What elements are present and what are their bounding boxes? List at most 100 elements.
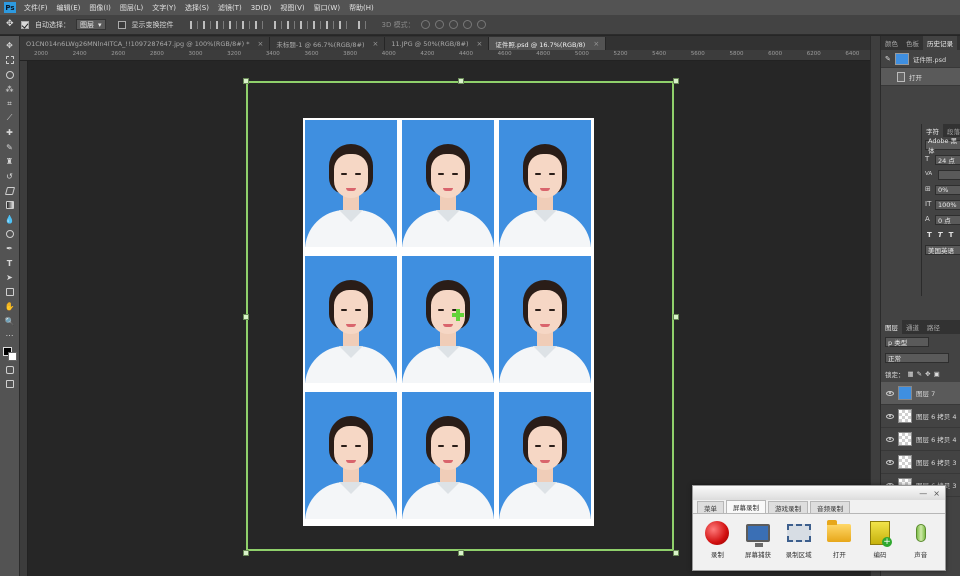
vertical-ruler[interactable]: [20, 61, 28, 576]
transform-handle[interactable]: [458, 550, 464, 556]
menu-layer[interactable]: 图层(L): [120, 3, 143, 13]
pen-tool-icon[interactable]: ✒: [4, 243, 15, 254]
lasso-tool-icon[interactable]: [4, 69, 15, 80]
transform-handle[interactable]: [243, 78, 249, 84]
lock-position-icon[interactable]: ✥: [925, 370, 930, 378]
history-step-open[interactable]: 打开: [881, 68, 960, 86]
screen-capture-button[interactable]: 屏幕捕获: [738, 520, 779, 559]
align-left-icon[interactable]: [228, 20, 237, 29]
open-button[interactable]: 打开: [819, 520, 860, 559]
tab-layers[interactable]: 图层: [881, 320, 902, 334]
eyedropper-tool-icon[interactable]: ⟋: [4, 113, 15, 124]
tab-menu[interactable]: 菜单: [697, 501, 724, 513]
quick-mask-icon[interactable]: [4, 364, 15, 375]
layer-row[interactable]: 图层 6 拷贝 4: [881, 428, 960, 451]
path-selection-tool-icon[interactable]: ➤: [4, 272, 15, 283]
tab-screen-record[interactable]: 屏幕录制: [726, 500, 766, 513]
3d-rotate-icon[interactable]: [420, 20, 430, 29]
gradient-tool-icon[interactable]: [4, 200, 15, 211]
tab-document-active[interactable]: 证件照.psd @ 16.7%(RGB/8) ×: [489, 37, 607, 50]
transform-handle[interactable]: [673, 78, 679, 84]
font-family-field[interactable]: Adobe 黑体: [925, 137, 960, 155]
tab-document-3[interactable]: 11.JPG @ 50%(RGB/8#) ×: [385, 37, 490, 50]
visibility-eye-icon[interactable]: [886, 390, 894, 396]
menu-select[interactable]: 选择(S): [185, 3, 209, 13]
eraser-tool-icon[interactable]: [4, 185, 15, 196]
kerning-field[interactable]: [938, 169, 960, 180]
baseline-field[interactable]: 0 点: [935, 214, 960, 225]
tab-swatches[interactable]: 色板: [902, 36, 923, 50]
menu-file[interactable]: 文件(F): [24, 3, 48, 13]
clone-stamp-tool-icon[interactable]: ♜: [4, 156, 15, 167]
close-icon[interactable]: ×: [373, 40, 379, 48]
distribute-left-icon[interactable]: [312, 20, 321, 29]
tab-history[interactable]: 历史记录: [923, 36, 957, 50]
move-tool-icon[interactable]: ✥: [4, 40, 15, 51]
transform-handle[interactable]: [673, 550, 679, 556]
align-vcenter-icon[interactable]: [202, 20, 211, 29]
transform-handle[interactable]: [243, 550, 249, 556]
close-icon[interactable]: ×: [933, 489, 940, 498]
blur-tool-icon[interactable]: 💧: [4, 214, 15, 225]
color-swatches[interactable]: [2, 346, 17, 361]
tab-document-2[interactable]: 未标题-1 @ 66.7%(RGB/8#) ×: [270, 37, 386, 50]
layer-filter-dropdown[interactable]: p 类型: [885, 337, 929, 347]
tab-channels[interactable]: 通道: [902, 320, 923, 334]
tab-game-record[interactable]: 游戏录制: [768, 501, 808, 513]
all-caps-button[interactable]: T: [949, 231, 954, 239]
magic-wand-tool-icon[interactable]: ⁂: [4, 84, 15, 95]
horizontal-ruler[interactable]: 2000 2400 2600 2800 3000 3200 3400 3600 3800 4000…: [20, 50, 870, 61]
rectangle-tool-icon[interactable]: [4, 287, 15, 298]
more-tools-icon[interactable]: ⋯: [4, 330, 15, 341]
brush-tool-icon[interactable]: ✎: [4, 142, 15, 153]
document-canvas[interactable]: [303, 118, 594, 526]
tab-color[interactable]: 颜色: [881, 36, 902, 50]
lock-pixels-icon[interactable]: ✎: [917, 370, 922, 378]
transform-handle[interactable]: [243, 314, 249, 320]
auto-align-icon[interactable]: [357, 20, 366, 29]
close-icon[interactable]: ×: [258, 40, 264, 48]
menu-edit[interactable]: 编辑(E): [57, 3, 81, 13]
layer-row[interactable]: 图层 6 拷贝 3: [881, 451, 960, 474]
align-hcenter-icon[interactable]: [241, 20, 250, 29]
tab-paths[interactable]: 路径: [923, 320, 944, 334]
menu-window[interactable]: 窗口(W): [314, 3, 340, 13]
encode-button[interactable]: 编码: [860, 520, 901, 559]
distribute-bottom-icon[interactable]: [299, 20, 308, 29]
screen-mode-icon[interactable]: [4, 379, 15, 390]
hand-tool-icon[interactable]: ✋: [4, 301, 15, 312]
tab-audio-record[interactable]: 音频录制: [810, 501, 850, 513]
auto-select-dropdown[interactable]: 图层 ▾: [76, 19, 106, 30]
menu-3d[interactable]: 3D(D): [251, 4, 272, 12]
align-bottom-icon[interactable]: [215, 20, 224, 29]
record-button[interactable]: 录制: [697, 520, 738, 559]
3d-pan-icon[interactable]: [448, 20, 458, 29]
tab-document-1[interactable]: O1CN014n6LWg26MNln4ITCA_!!1097287647.jpg…: [20, 37, 271, 50]
tracking-field[interactable]: 0%: [935, 184, 960, 195]
layer-row[interactable]: 图层 7: [881, 382, 960, 405]
recorder-titlebar[interactable]: — ×: [693, 486, 945, 500]
faux-bold-button[interactable]: T: [927, 231, 932, 239]
close-icon[interactable]: ×: [477, 40, 483, 48]
visibility-eye-icon[interactable]: [886, 413, 894, 419]
visibility-eye-icon[interactable]: [886, 436, 894, 442]
minimize-icon[interactable]: —: [919, 489, 927, 498]
history-brush-tool-icon[interactable]: ↺: [4, 171, 15, 182]
auto-select-checkbox[interactable]: [21, 20, 29, 29]
lock-transparency-icon[interactable]: ▦: [908, 370, 914, 378]
align-right-icon[interactable]: [254, 20, 263, 29]
menu-type[interactable]: 文字(Y): [152, 3, 176, 13]
font-size-field[interactable]: 24 点: [935, 154, 960, 165]
history-snapshot[interactable]: ✎ 证件照.psd: [881, 50, 960, 68]
zoom-tool-icon[interactable]: 🔍: [4, 316, 15, 327]
align-top-icon[interactable]: [189, 20, 198, 29]
faux-italic-button[interactable]: T: [938, 231, 943, 239]
3d-slide-icon[interactable]: [462, 20, 472, 29]
type-tool-icon[interactable]: T: [4, 258, 15, 269]
distribute-top-icon[interactable]: [273, 20, 282, 29]
move-tool-icon[interactable]: ✥: [6, 20, 15, 29]
sound-button[interactable]: 声音: [900, 520, 941, 559]
marquee-tool-icon[interactable]: [4, 55, 15, 66]
3d-roll-icon[interactable]: [434, 20, 444, 29]
menu-filter[interactable]: 滤镜(T): [218, 3, 242, 13]
